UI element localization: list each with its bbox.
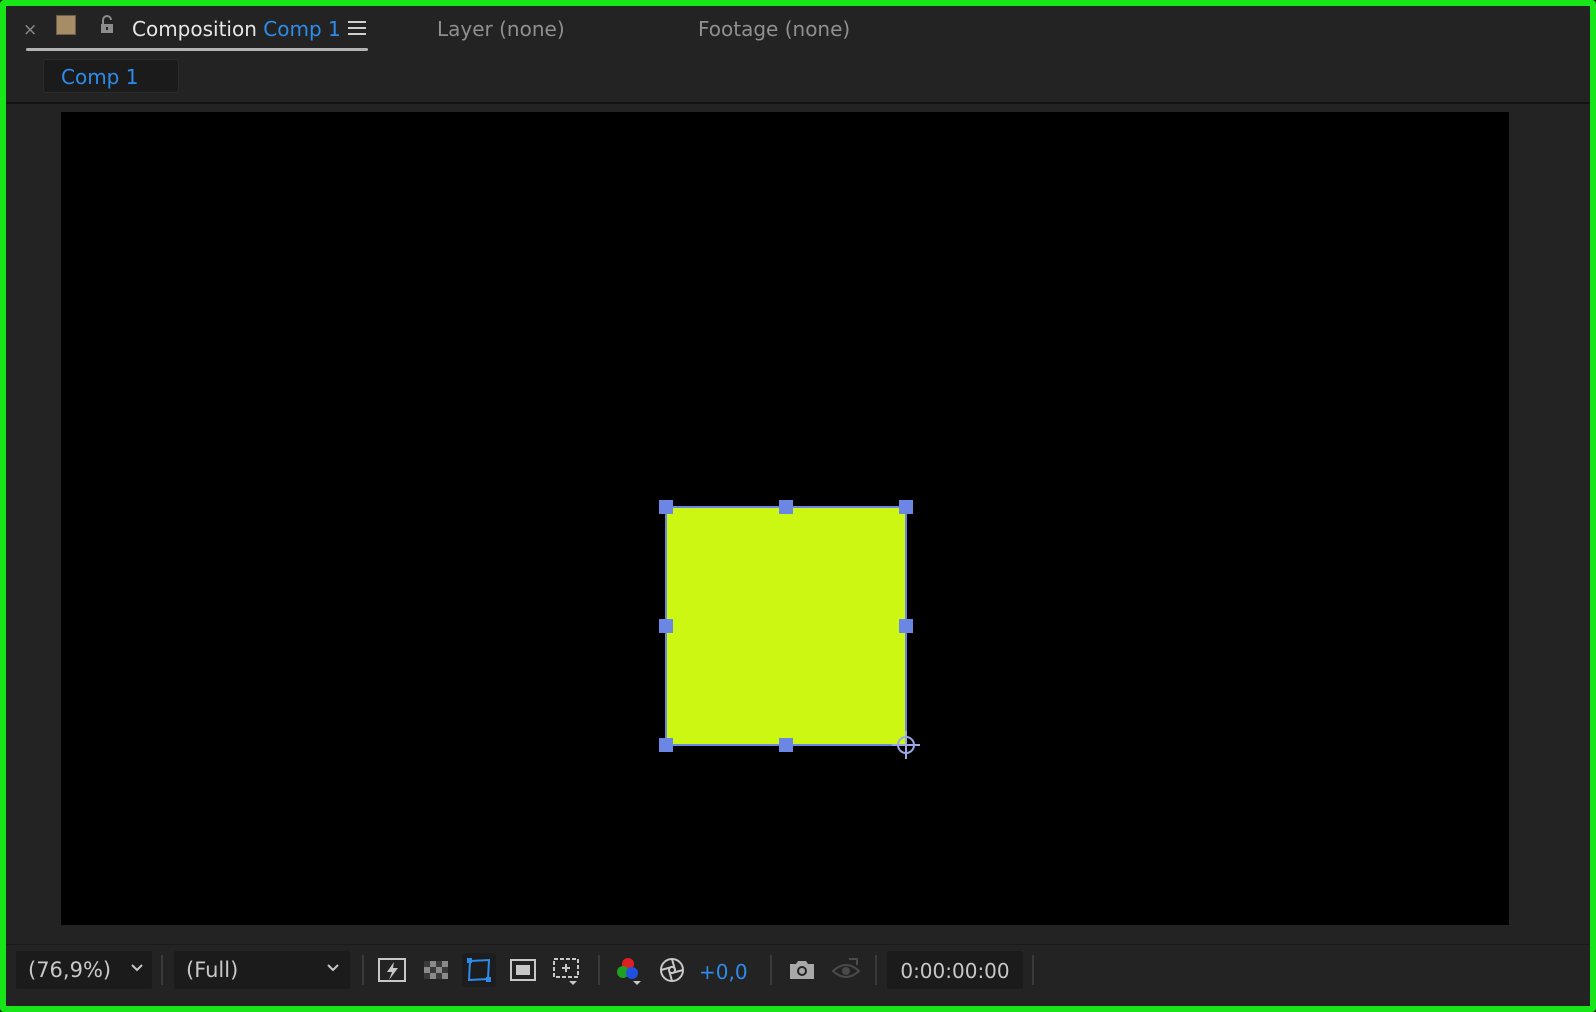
region-of-interest-icon[interactable] xyxy=(506,953,540,987)
divider xyxy=(770,955,772,985)
show-snapshot-icon[interactable] xyxy=(829,953,863,987)
color-channels-icon[interactable] xyxy=(611,953,645,987)
resolution-dropdown[interactable]: (Full) xyxy=(174,951,350,989)
divider xyxy=(598,955,600,985)
chevron-down-icon xyxy=(131,964,143,972)
composition-label: Composition xyxy=(132,17,257,41)
breadcrumb-comp[interactable]: Comp 1 xyxy=(43,59,179,93)
color-management-icon[interactable] xyxy=(655,953,689,987)
handle-bottom-center[interactable] xyxy=(779,738,793,752)
handle-middle-left[interactable] xyxy=(659,619,673,633)
magnification-dropdown[interactable]: (76,9%) xyxy=(16,951,152,989)
snapshot-camera-icon[interactable] xyxy=(785,953,819,987)
composition-panel: × Composition Comp 1 Layer (none) Footag… xyxy=(0,0,1596,1012)
divider xyxy=(6,102,1590,104)
grid-guides-icon[interactable] xyxy=(549,953,583,987)
exposure-value[interactable]: +0,0 xyxy=(699,960,748,984)
viewer-toolbar: (76,9%) (Full) +0,0 0:00:00:00 xyxy=(6,944,1590,1006)
composition-viewer[interactable] xyxy=(61,112,1509,925)
handle-top-center[interactable] xyxy=(779,500,793,514)
current-time-display[interactable]: 0:00:00:00 xyxy=(887,951,1023,989)
hamburger-menu-icon[interactable] xyxy=(348,21,366,35)
comp-name: Comp 1 xyxy=(263,17,341,41)
active-tab-indicator xyxy=(26,48,368,51)
magnification-value: (76,9%) xyxy=(28,958,112,982)
handle-bottom-left[interactable] xyxy=(659,738,673,752)
mask-path-visibility-icon[interactable] xyxy=(462,953,496,987)
lock-icon[interactable] xyxy=(97,14,117,36)
handle-middle-right[interactable] xyxy=(899,619,913,633)
resolution-value: (Full) xyxy=(186,958,239,982)
fast-previews-icon[interactable] xyxy=(375,953,409,987)
divider xyxy=(362,955,364,985)
handle-top-right[interactable] xyxy=(899,500,913,514)
tab-composition[interactable]: Composition Comp 1 xyxy=(132,17,341,41)
transparency-grid-icon[interactable] xyxy=(419,953,453,987)
divider xyxy=(1032,955,1034,985)
handle-top-left[interactable] xyxy=(659,500,673,514)
solid-layer[interactable] xyxy=(665,506,907,746)
panel-tab-bar: × Composition Comp 1 Layer (none) Footag… xyxy=(6,6,1590,58)
chevron-down-icon xyxy=(327,964,339,972)
divider xyxy=(161,955,163,985)
tab-layer[interactable]: Layer (none) xyxy=(437,17,565,41)
viewer-canvas xyxy=(659,500,920,759)
comp-label-color-swatch[interactable] xyxy=(56,15,76,35)
tab-footage[interactable]: Footage (none) xyxy=(698,17,850,41)
close-tab-icon[interactable]: × xyxy=(23,20,37,40)
divider xyxy=(875,955,877,985)
